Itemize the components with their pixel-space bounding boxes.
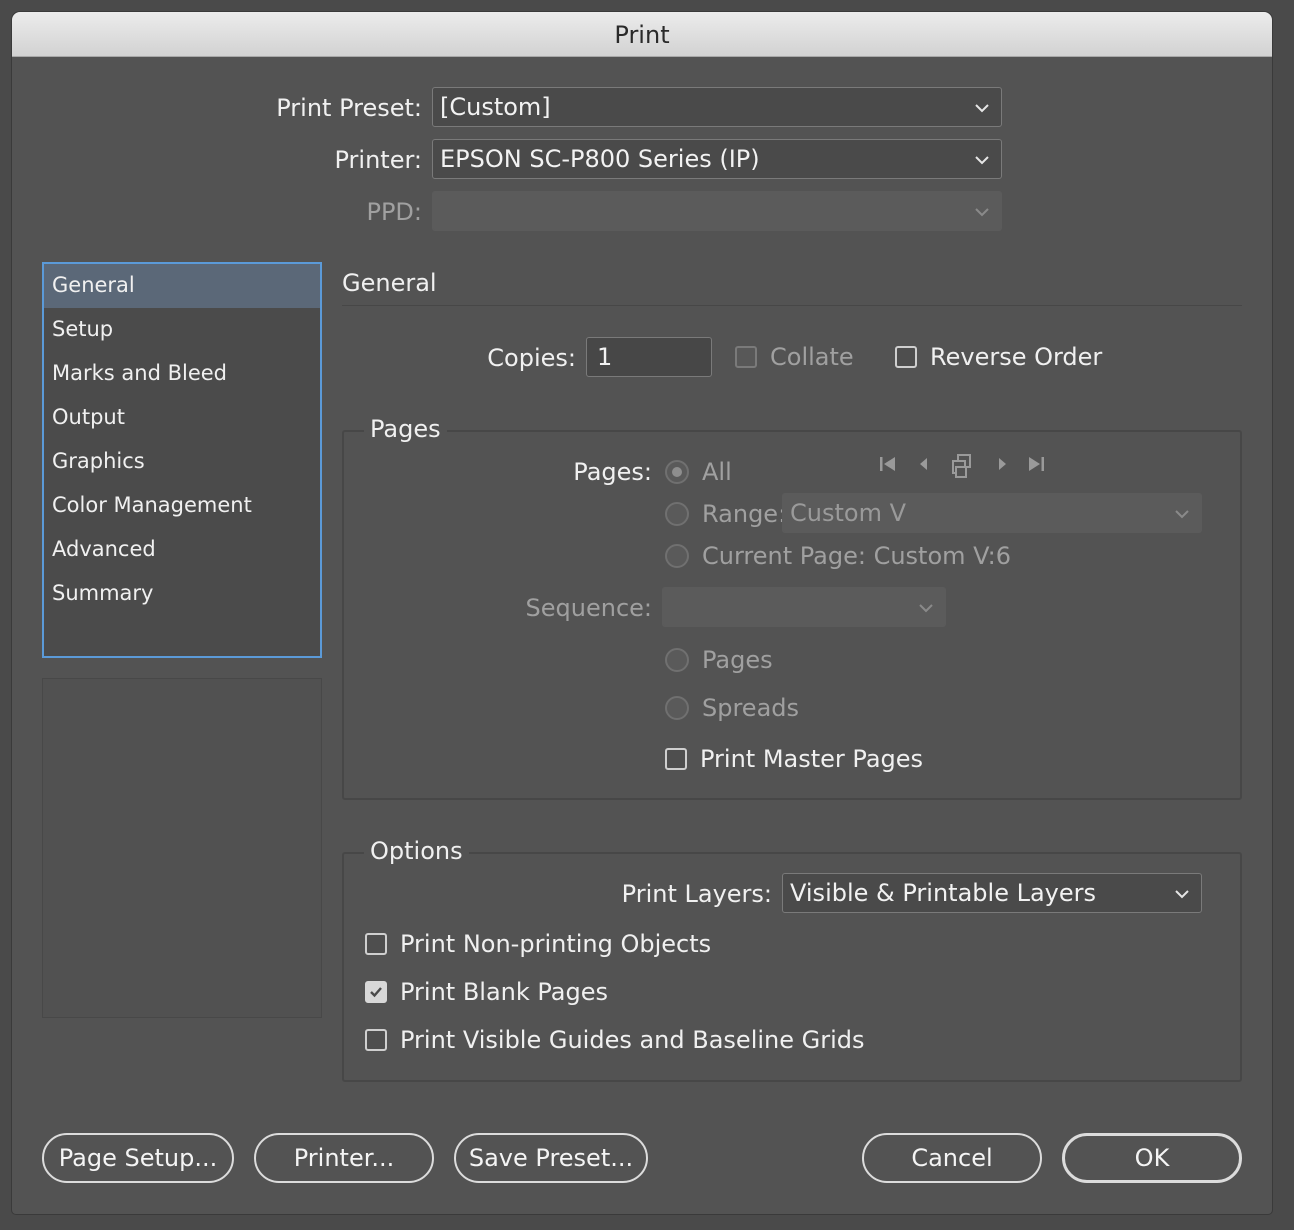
ok-button[interactable]: OK	[1062, 1133, 1242, 1183]
category-list: General Setup Marks and Bleed Output Gra…	[42, 262, 322, 658]
chevron-down-icon	[1173, 885, 1191, 903]
sidebar-item-marks-and-bleed[interactable]: Marks and Bleed	[44, 352, 320, 396]
printer-button[interactable]: Printer...	[254, 1133, 434, 1183]
printer-label: Printer:	[334, 146, 422, 174]
sidebar-item-general[interactable]: General	[44, 264, 320, 308]
range-label: Range:	[702, 500, 787, 528]
next-page-icon[interactable]	[990, 452, 1014, 476]
sidebar-item-setup[interactable]: Setup	[44, 308, 320, 352]
cancel-button[interactable]: Cancel	[862, 1133, 1042, 1183]
print-preset-select[interactable]: [Custom]	[432, 87, 1002, 127]
section-title: General	[342, 269, 437, 297]
page-setup-button[interactable]: Page Setup...	[42, 1133, 234, 1183]
spreads-option-label: Spreads	[702, 694, 800, 722]
checkmark-icon	[370, 987, 382, 998]
print-dialog: Print Print Preset: [Custom] Printer: EP…	[12, 12, 1272, 1214]
chevron-down-icon	[973, 151, 991, 169]
chevron-down-icon	[973, 99, 991, 117]
current-page-radio[interactable]	[665, 544, 689, 568]
print-blank-pages-checkbox[interactable]	[365, 981, 387, 1003]
printer-select[interactable]: EPSON SC-P800 Series (IP)	[432, 139, 1002, 179]
range-value: Custom V	[790, 499, 906, 527]
sidebar-item-advanced[interactable]: Advanced	[44, 528, 320, 572]
page-preview-panel	[42, 678, 322, 1018]
first-page-icon[interactable]	[876, 452, 900, 476]
print-preset-label: Print Preset:	[276, 94, 422, 122]
print-master-pages-checkbox[interactable]	[665, 748, 687, 770]
reverse-order-label: Reverse Order	[930, 343, 1103, 371]
chevron-down-icon	[917, 599, 935, 617]
pages-group-title: Pages	[364, 415, 447, 443]
all-pages-radio[interactable]	[665, 460, 689, 484]
window-title: Print	[12, 12, 1272, 57]
reverse-order-checkbox[interactable]	[895, 346, 917, 368]
print-guides-checkbox[interactable]	[365, 1029, 387, 1051]
page-selector-icon[interactable]	[948, 452, 976, 480]
copies-input[interactable]: 1	[586, 337, 712, 377]
ppd-select	[432, 191, 1002, 231]
collate-label: Collate	[770, 343, 854, 371]
range-select: Custom V	[782, 493, 1202, 533]
last-page-icon[interactable]	[1024, 452, 1048, 476]
all-pages-label: All	[702, 458, 732, 486]
options-group-title: Options	[364, 837, 469, 865]
chevron-down-icon	[973, 203, 991, 221]
pages-option-radio[interactable]	[665, 648, 689, 672]
pages-label: Pages:	[573, 458, 652, 486]
sidebar-item-graphics[interactable]: Graphics	[44, 440, 320, 484]
sidebar-item-output[interactable]: Output	[44, 396, 320, 440]
print-layers-select[interactable]: Visible & Printable Layers	[782, 873, 1202, 913]
sequence-label: Sequence:	[525, 594, 652, 622]
save-preset-button[interactable]: Save Preset...	[454, 1133, 648, 1183]
copies-label: Copies:	[487, 344, 576, 372]
print-guides-label: Print Visible Guides and Baseline Grids	[400, 1026, 865, 1054]
current-page-label: Current Page: Custom V:6	[702, 542, 1011, 570]
print-layers-value: Visible & Printable Layers	[790, 879, 1096, 907]
previous-page-icon[interactable]	[912, 452, 936, 476]
printer-value: EPSON SC-P800 Series (IP)	[440, 145, 760, 173]
sidebar-item-summary[interactable]: Summary	[44, 572, 320, 616]
sequence-select	[662, 587, 946, 627]
pages-option-label: Pages	[702, 646, 773, 674]
chevron-down-icon	[1173, 505, 1191, 523]
spreads-option-radio[interactable]	[665, 696, 689, 720]
print-preset-value: [Custom]	[440, 93, 551, 121]
print-blank-pages-label: Print Blank Pages	[400, 978, 609, 1006]
print-non-printing-checkbox[interactable]	[365, 933, 387, 955]
collate-checkbox	[735, 346, 757, 368]
print-master-pages-label: Print Master Pages	[700, 745, 924, 773]
print-non-printing-label: Print Non-printing Objects	[400, 930, 712, 958]
range-radio[interactable]	[665, 502, 689, 526]
sidebar-item-color-management[interactable]: Color Management	[44, 484, 320, 528]
print-layers-label: Print Layers:	[621, 880, 772, 908]
ppd-label: PPD:	[366, 198, 422, 226]
section-divider	[342, 305, 1242, 306]
